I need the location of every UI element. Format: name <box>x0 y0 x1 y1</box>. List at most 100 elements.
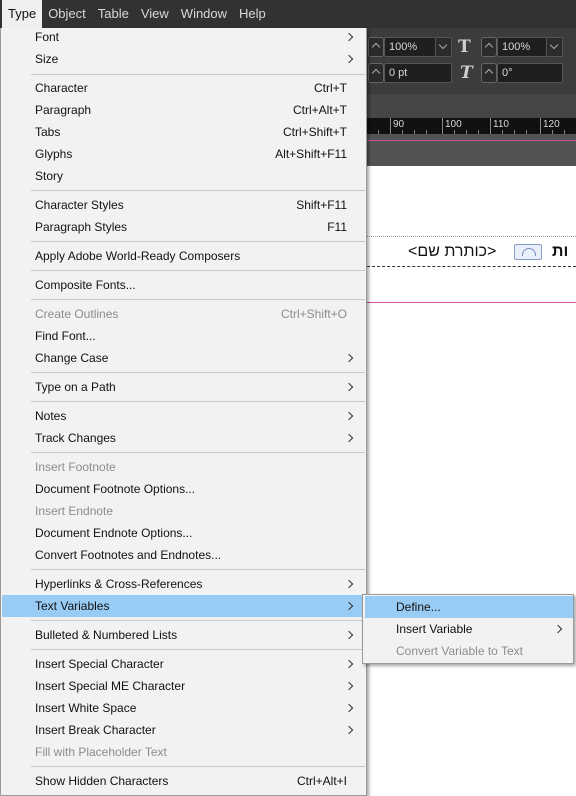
chevron-right-icon <box>344 601 354 611</box>
menu-item-label: Paragraph <box>35 103 92 117</box>
menu-item-shortcut: Ctrl+Alt+T <box>292 103 347 117</box>
menu-item-label: Character <box>35 81 88 95</box>
menu-item-composite-fonts[interactable]: Composite Fonts... <box>2 274 366 296</box>
vertical-scale-icon: T <box>458 37 471 57</box>
menu-separator <box>31 372 365 373</box>
menu-item-label: Change Case <box>35 351 109 365</box>
menu-item-world-ready-composers[interactable]: Apply Adobe World-Ready Composers <box>2 245 366 267</box>
menu-item-convert-footnotes[interactable]: Convert Footnotes and Endnotes... <box>2 544 366 566</box>
menu-item-endnote-options[interactable]: Document Endnote Options... <box>2 522 366 544</box>
menu-item-label: Insert Break Character <box>35 723 156 737</box>
menubar: Type Object Table View Window Help <box>0 0 576 28</box>
ruler-label: 100 <box>442 118 462 134</box>
menu-item-character-styles[interactable]: Character Styles Shift+F11 <box>2 194 366 216</box>
menu-item-insert-special-character[interactable]: Insert Special Character <box>2 653 366 675</box>
menu-item-insert-break-character[interactable]: Insert Break Character <box>2 719 366 741</box>
chevron-right-icon <box>344 382 354 392</box>
menu-item-track-changes[interactable]: Track Changes <box>2 427 366 449</box>
text-variables-submenu: Define... Insert Variable Convert Variab… <box>362 594 574 664</box>
menu-item-shortcut: Ctrl+Shift+T <box>282 125 347 139</box>
menu-item-label: Convert Footnotes and Endnotes... <box>35 548 222 562</box>
chevron-right-icon <box>344 681 354 691</box>
menu-item-label: Fill with Placeholder Text <box>35 745 167 759</box>
submenu-item-define[interactable]: Define... <box>365 596 573 618</box>
menu-item-bulleted-lists[interactable]: Bulleted & Numbered Lists <box>2 624 366 646</box>
menu-item-shortcut: F11 <box>327 220 347 234</box>
menu-item-story[interactable]: Story <box>2 165 366 187</box>
menu-item-insert-white-space[interactable]: Insert White Space <box>2 697 366 719</box>
menu-item-label: Text Variables <box>35 599 110 613</box>
menu-item-character[interactable]: Character Ctrl+T <box>2 77 366 99</box>
menu-item-change-case[interactable]: Change Case <box>2 347 366 369</box>
menu-item-show-hidden-characters[interactable]: Show Hidden Characters Ctrl+Alt+I <box>2 770 366 792</box>
menu-item-shortcut: Ctrl+Shift+O <box>280 307 347 321</box>
skew-field[interactable]: 0° <box>497 63 563 83</box>
menu-item-label: Document Endnote Options... <box>35 526 193 540</box>
vertical-scale-stepper[interactable] <box>368 37 384 57</box>
menu-item-label: Story <box>35 169 64 183</box>
menu-item-find-font[interactable]: Find Font... <box>2 325 366 347</box>
chevron-right-icon <box>344 54 354 64</box>
bold-text-fragment: ות <box>552 243 569 260</box>
menu-item-label: Apply Adobe World-Ready Composers <box>35 249 241 263</box>
horizontal-scale-dropdown[interactable] <box>547 37 563 57</box>
menu-separator <box>31 649 365 650</box>
menu-item-label: Insert Special ME Character <box>35 679 186 693</box>
menu-item-label: Insert Variable <box>396 622 473 636</box>
menubar-window[interactable]: Window <box>175 0 233 28</box>
menu-item-size[interactable]: Size <box>2 48 366 70</box>
menu-item-label: Type on a Path <box>35 380 116 394</box>
menu-item-notes[interactable]: Notes <box>2 405 366 427</box>
bleed-guide <box>362 140 576 141</box>
menu-item-tabs[interactable]: Tabs Ctrl+Shift+T <box>2 121 366 143</box>
document-page[interactable]: <כותרת שם> ות <box>362 166 576 796</box>
menubar-type[interactable]: Type <box>2 0 43 28</box>
text-variable-icon <box>514 244 542 260</box>
menu-item-label: Define... <box>396 600 441 614</box>
menu-item-label: Tabs <box>35 125 61 139</box>
menu-item-label: Notes <box>35 409 67 423</box>
menu-item-label: Insert Special Character <box>35 657 164 671</box>
chevron-right-icon <box>344 411 354 421</box>
menu-item-footnote-options[interactable]: Document Footnote Options... <box>2 478 366 500</box>
baseline-shift-stepper[interactable] <box>368 63 384 83</box>
menu-item-glyphs[interactable]: Glyphs Alt+Shift+F11 <box>2 143 366 165</box>
ruler-label: 120 <box>540 118 560 134</box>
baseline-shift-field[interactable]: 0 pt <box>384 63 452 83</box>
horizontal-ruler[interactable]: 90 100 110 120 <box>362 118 576 134</box>
chevron-right-icon <box>553 624 563 634</box>
menu-item-label: Show Hidden Characters <box>35 774 169 788</box>
skew-stepper[interactable] <box>481 63 497 83</box>
menubar-view[interactable]: View <box>135 0 175 28</box>
menubar-object[interactable]: Object <box>42 0 92 28</box>
menu-item-label: Insert Footnote <box>35 460 116 474</box>
menu-item-font[interactable]: Font <box>2 26 366 48</box>
menu-item-label: Paragraph Styles <box>35 220 128 234</box>
vertical-scale-field[interactable]: 100% <box>384 37 436 57</box>
menu-item-label: Insert White Space <box>35 701 137 715</box>
horizontal-scale-stepper[interactable] <box>481 37 497 57</box>
menu-item-paragraph[interactable]: Paragraph Ctrl+Alt+T <box>2 99 366 121</box>
menubar-help[interactable]: Help <box>233 0 272 28</box>
menu-item-fill-placeholder: Fill with Placeholder Text <box>2 741 366 763</box>
menu-item-paragraph-styles[interactable]: Paragraph Styles F11 <box>2 216 366 238</box>
baseline-guide <box>362 236 576 237</box>
menu-item-label: Glyphs <box>35 147 73 161</box>
menu-item-text-variables[interactable]: Text Variables <box>2 595 366 617</box>
vertical-scale-dropdown[interactable] <box>436 37 452 57</box>
menu-separator <box>31 620 365 621</box>
menubar-table[interactable]: Table <box>92 0 135 28</box>
menu-item-shortcut: Ctrl+T <box>314 81 347 95</box>
submenu-item-insert-variable[interactable]: Insert Variable <box>365 618 573 640</box>
menu-item-shortcut: Shift+F11 <box>296 198 347 212</box>
menu-item-hyperlinks[interactable]: Hyperlinks & Cross-References <box>2 573 366 595</box>
menu-item-insert-footnote: Insert Footnote <box>2 456 366 478</box>
menu-separator <box>31 74 365 75</box>
menu-item-label: Size <box>35 52 59 66</box>
menu-item-label: Create Outlines <box>35 307 119 321</box>
horizontal-scale-field[interactable]: 100% <box>497 37 547 57</box>
chevron-right-icon <box>344 630 354 640</box>
menu-item-insert-special-me-character[interactable]: Insert Special ME Character <box>2 675 366 697</box>
margin-guide <box>362 302 576 303</box>
menu-item-type-on-a-path[interactable]: Type on a Path <box>2 376 366 398</box>
